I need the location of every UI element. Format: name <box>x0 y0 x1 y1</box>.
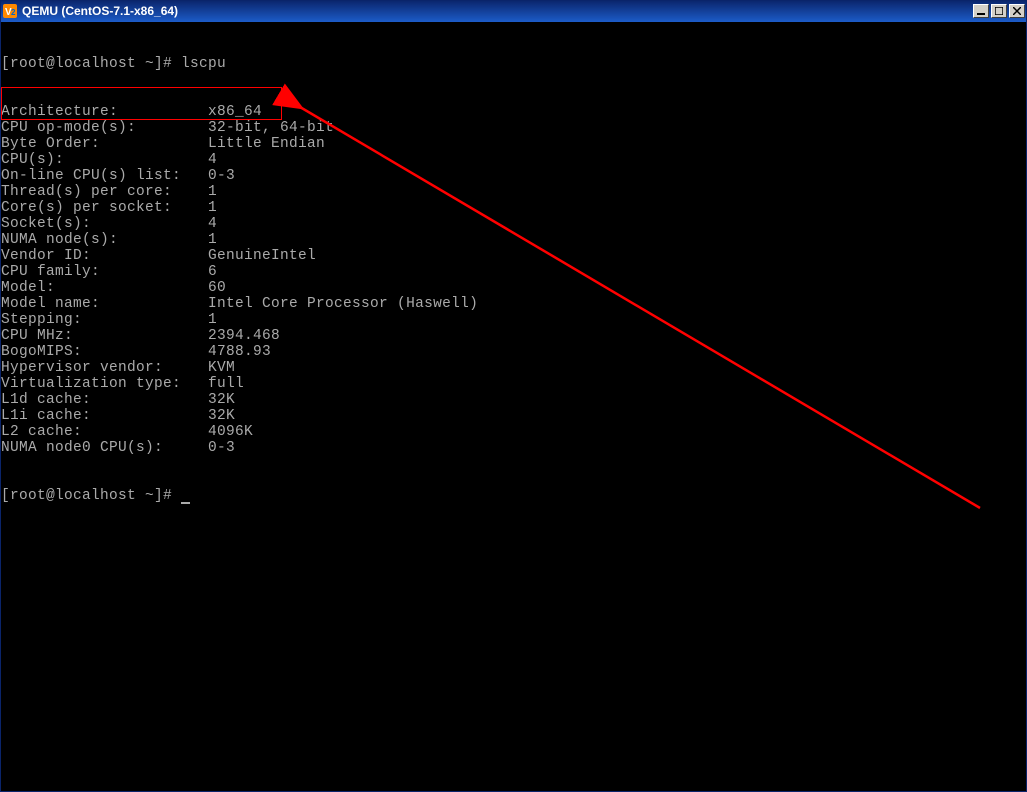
terminal-line: Thread(s) per core: 1 <box>1 184 1026 200</box>
terminal-line: Socket(s): 4 <box>1 216 1026 232</box>
maximize-button[interactable] <box>991 4 1007 18</box>
terminal-line: NUMA node(s): 1 <box>1 232 1026 248</box>
svg-text:2: 2 <box>11 8 16 17</box>
terminal-line: CPU MHz: 2394.468 <box>1 328 1026 344</box>
terminal-line: Hypervisor vendor: KVM <box>1 360 1026 376</box>
window-title: QEMU (CentOS-7.1-x86_64) <box>22 4 973 18</box>
terminal-line: Core(s) per socket: 1 <box>1 200 1026 216</box>
terminal-line: Model name: Intel Core Processor (Haswel… <box>1 296 1026 312</box>
terminal-line: Byte Order: Little Endian <box>1 136 1026 152</box>
terminal-line: L2 cache: 4096K <box>1 424 1026 440</box>
terminal-line: L1i cache: 32K <box>1 408 1026 424</box>
terminal-line: CPU family: 6 <box>1 264 1026 280</box>
minimize-button[interactable] <box>973 4 989 18</box>
terminal-line: CPU op-mode(s): 32-bit, 64-bit <box>1 120 1026 136</box>
app-icon: V 2 <box>2 3 18 19</box>
titlebar[interactable]: V 2 QEMU (CentOS-7.1-x86_64) <box>0 0 1027 22</box>
terminal-line: CPU(s): 4 <box>1 152 1026 168</box>
terminal-line: Stepping: 1 <box>1 312 1026 328</box>
terminal-line: Model: 60 <box>1 280 1026 296</box>
close-button[interactable] <box>1009 4 1025 18</box>
terminal-output[interactable]: [root@localhost ~]# lscpu Architecture: … <box>1 22 1026 791</box>
cursor-icon <box>181 502 190 504</box>
terminal-line: [root@localhost ~]# lscpu <box>1 56 1026 72</box>
terminal-line: On-line CPU(s) list: 0-3 <box>1 168 1026 184</box>
terminal-line: L1d cache: 32K <box>1 392 1026 408</box>
window-controls <box>973 4 1025 18</box>
terminal-line: NUMA node0 CPU(s): 0-3 <box>1 440 1026 456</box>
terminal-line: Architecture: x86_64 <box>1 104 1026 120</box>
terminal-line: Virtualization type: full <box>1 376 1026 392</box>
terminal-line: Vendor ID: GenuineIntel <box>1 248 1026 264</box>
terminal-line: BogoMIPS: 4788.93 <box>1 344 1026 360</box>
terminal-prompt: [root@localhost ~]# <box>1 488 1026 504</box>
